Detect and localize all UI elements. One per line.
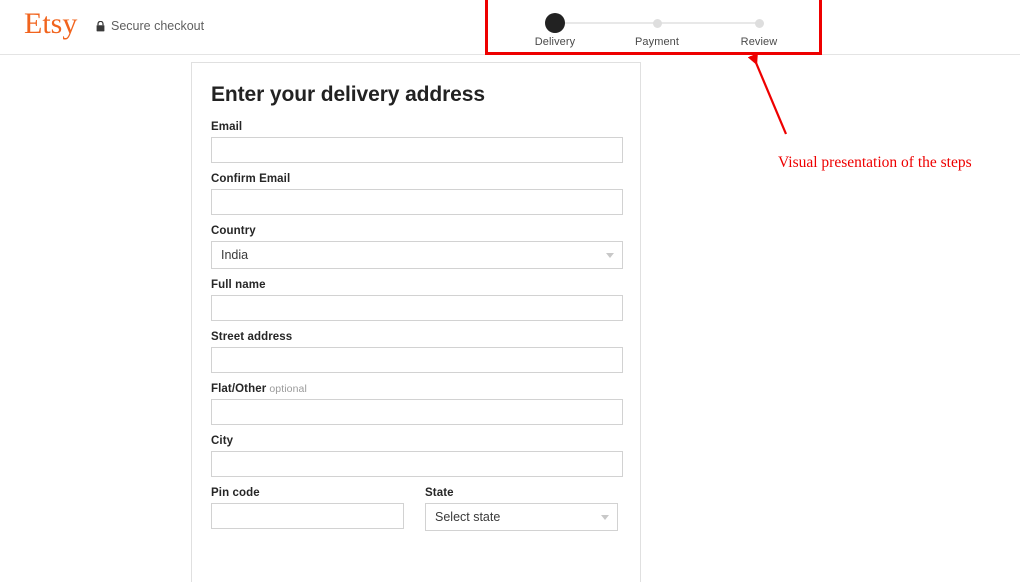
stepper-dot-inactive-icon: [754, 18, 764, 28]
confirm-email-input[interactable]: [211, 189, 623, 215]
field-group-street-address: Street address: [211, 331, 623, 373]
country-select-value: India: [211, 241, 623, 269]
stepper-dot-inactive-icon: [652, 18, 662, 28]
full-name-input[interactable]: [211, 295, 623, 321]
label-flat-other-optional: optional: [269, 383, 307, 395]
field-group-confirm-email: Confirm Email: [211, 173, 623, 215]
secure-checkout-badge: Secure checkout: [96, 19, 204, 33]
label-city: City: [211, 435, 234, 447]
field-group-full-name: Full name: [211, 279, 623, 321]
page-title: Enter your delivery address: [211, 83, 485, 106]
callout-text: Visual presentation of the steps: [778, 154, 972, 171]
field-group-pin-code: Pin code: [211, 487, 404, 531]
stepper-label-review: Review: [740, 36, 778, 48]
label-email: Email: [211, 121, 243, 133]
label-pin-code: Pin code: [211, 487, 260, 499]
label-flat-other-text: Flat/Other: [211, 383, 267, 395]
label-flat-other: Flat/Other optional: [211, 383, 621, 395]
stepper-label-payment: Payment: [634, 36, 680, 48]
site-header: Etsy Secure checkout Delivery Payment Re…: [0, 0, 1020, 55]
label-full-name: Full name: [211, 279, 266, 291]
country-select[interactable]: India: [211, 241, 623, 269]
field-group-city: City: [211, 435, 623, 477]
stepper-step-delivery[interactable]: Delivery: [512, 4, 598, 48]
label-state: State: [425, 487, 454, 499]
stepper-label-delivery: Delivery: [534, 36, 576, 48]
lock-icon: [96, 20, 105, 32]
flat-other-input[interactable]: [211, 399, 623, 425]
label-country: Country: [211, 225, 256, 237]
state-select[interactable]: Select state: [425, 503, 618, 531]
field-group-email: Email: [211, 121, 623, 163]
field-group-state: State Select state: [425, 487, 618, 531]
street-address-input[interactable]: [211, 347, 623, 373]
pin-code-input[interactable]: [211, 503, 404, 529]
city-input[interactable]: [211, 451, 623, 477]
delivery-address-card: Enter your delivery address Email Confir…: [191, 62, 641, 582]
label-confirm-email: Confirm Email: [211, 173, 291, 185]
stepper-step-payment[interactable]: Payment: [614, 4, 700, 48]
state-select-value: Select state: [425, 503, 618, 531]
email-input[interactable]: [211, 137, 623, 163]
stepper-step-review[interactable]: Review: [716, 4, 802, 48]
etsy-logo[interactable]: Etsy: [24, 9, 77, 39]
secure-checkout-label: Secure checkout: [111, 19, 205, 33]
field-group-country: Country India: [211, 225, 623, 269]
stepper-dot-active-icon: [545, 13, 565, 33]
checkout-progress-stepper: Delivery Payment Review: [512, 4, 802, 52]
row-pincode-state: Pin code State Select state: [211, 487, 621, 541]
field-group-flat-other: Flat/Other optional: [211, 383, 623, 425]
callout-arrow-icon: [747, 53, 788, 135]
label-street-address: Street address: [211, 331, 293, 343]
